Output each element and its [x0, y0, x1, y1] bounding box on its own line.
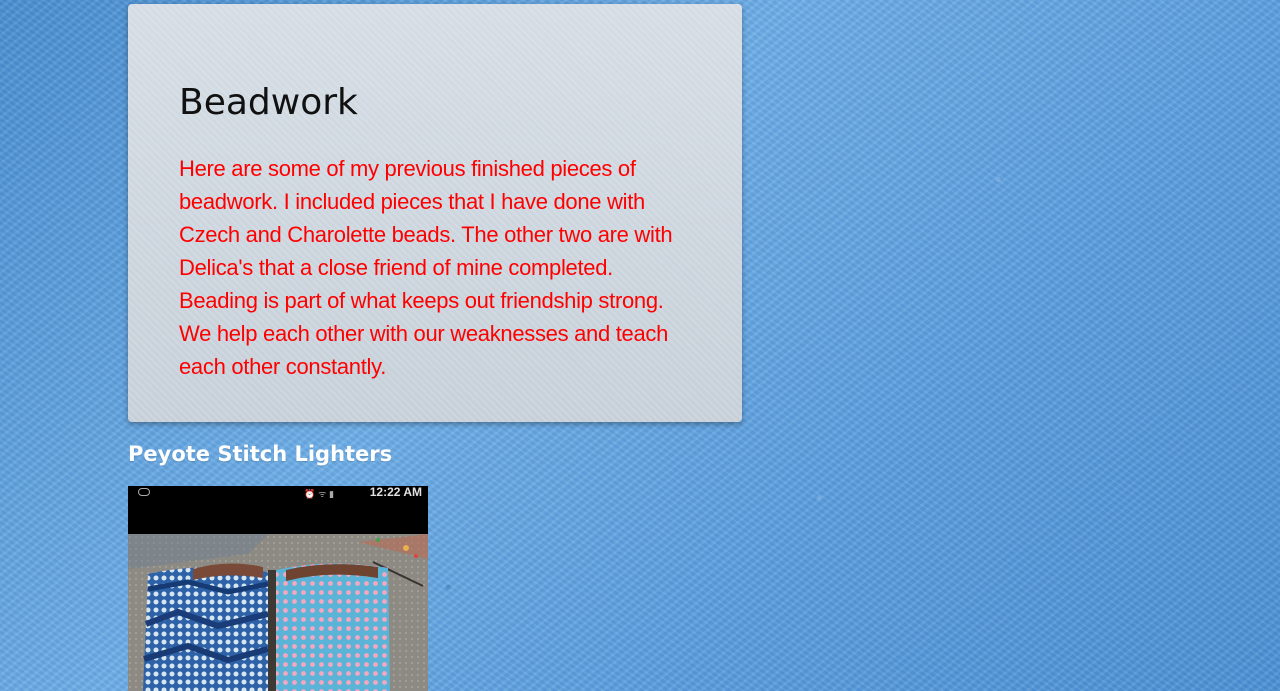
page-title: Beadwork	[179, 82, 358, 123]
phone-status-bar: ⏰ ᯤ ▮ 12:22 AM	[128, 486, 428, 534]
intro-paragraph: Here are some of my previous finished pi…	[179, 156, 673, 379]
beadwork-photo[interactable]: ⏰ ᯤ ▮ 12:22 AM	[128, 486, 428, 691]
section-heading: Peyote Stitch Lighters	[128, 442, 393, 466]
status-time: 12:22 AM	[369, 486, 422, 499]
voicemail-icon	[138, 488, 150, 496]
content-card: Beadwork Here are some of my previous fi…	[128, 4, 742, 422]
status-icons: ⏰ ᯤ ▮	[304, 490, 335, 500]
lighters-photo-image	[128, 534, 428, 691]
